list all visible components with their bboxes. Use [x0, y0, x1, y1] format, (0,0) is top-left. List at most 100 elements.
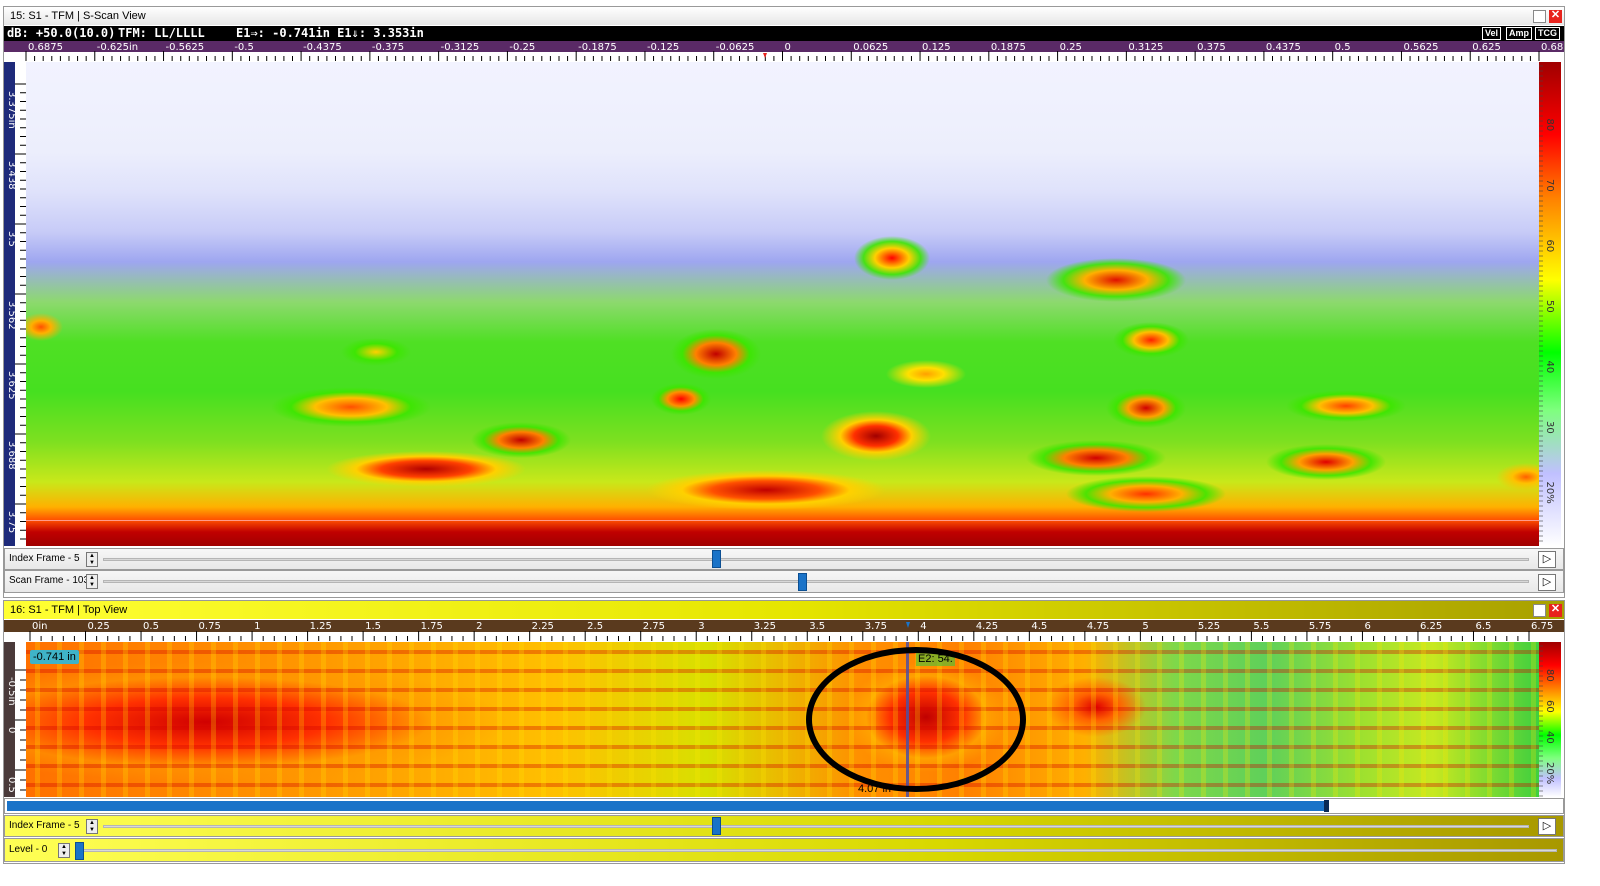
- ruler-tick-label: -0.5: [234, 42, 254, 53]
- ruler-tick-label: -0.3125: [441, 42, 480, 53]
- index-frame-thumb[interactable]: [712, 550, 722, 568]
- maximize-icon[interactable]: [1533, 604, 1546, 617]
- scan-progress-fill: [7, 801, 1328, 811]
- cursor-readout: E1⇒: -0.741in E1⇓: 3.353in: [236, 26, 424, 40]
- bottom-vertical-ruler: -0.5in 0 0.5: [4, 642, 26, 797]
- spin-arrows-icon[interactable]: ▲ ▼: [86, 552, 98, 567]
- ruler-tick-label: 5.5: [1253, 621, 1269, 632]
- ruler-tick-label: 5.75: [1309, 621, 1331, 632]
- cursor-offset-label: -0.741 in: [30, 650, 79, 664]
- bottom-index-frame-slider-row: Index Frame - 5 ▲ ▼ ▷: [4, 815, 1564, 837]
- ruler-tick-label: 0.25: [88, 621, 110, 632]
- ruler-tick-label: 0.4375: [1266, 42, 1301, 53]
- ruler-tick-label: 5: [1142, 621, 1148, 632]
- top-vertical-ruler: 3.375in 3.438 3.5 3.562 3.625 3.688 3.75: [4, 62, 26, 546]
- ruler-tick-label: 0.5: [143, 621, 159, 632]
- tcg-button[interactable]: TCG: [1535, 27, 1560, 40]
- ruler-tick-label: 6.25: [1420, 621, 1442, 632]
- ruler-tick-label: 0.625: [1472, 42, 1501, 53]
- ruler-tick-label: 3.5: [809, 621, 825, 632]
- tfm-mode-readout: TFM: LL/LLLL: [118, 26, 205, 40]
- top-view-image[interactable]: -0.741 in E2: 54. 4.07 in: [26, 642, 1539, 797]
- spin-arrows-icon[interactable]: ▲ ▼: [86, 574, 98, 589]
- ruler-tick-label: 2.5: [587, 621, 603, 632]
- cursor-offset-text: -0.741 in: [33, 651, 76, 663]
- top-status-bar: dB: +50.0(10.0) TFM: LL/LLLL E1⇒: -0.741…: [4, 26, 1564, 41]
- ruler-tick-label: -0.5625: [166, 42, 205, 53]
- bottom-index-frame-track[interactable]: [103, 825, 1529, 828]
- play-icon[interactable]: ▷: [1538, 574, 1556, 591]
- level-thumb[interactable]: [75, 842, 84, 860]
- index-frame-track[interactable]: [103, 558, 1529, 561]
- palette-tick-label: 20%: [1544, 762, 1555, 784]
- close-icon[interactable]: ✕: [1549, 604, 1562, 617]
- maximize-icon[interactable]: [1533, 10, 1546, 23]
- ruler-tick-label: 0.375: [1197, 42, 1226, 53]
- ruler-tick-label: 3.688: [6, 441, 17, 470]
- ruler-tick-label: 3: [698, 621, 704, 632]
- scan-progress-end-marker: [1323, 800, 1329, 812]
- bottom-palette-scale: 80 60 40 20%: [1539, 645, 1555, 797]
- palette-tick-label: 60: [1544, 700, 1555, 713]
- ruler-tick-label: 1.5: [365, 621, 381, 632]
- ruler-tick-label: 1.25: [310, 621, 332, 632]
- ruler-tick-label: 4.25: [976, 621, 998, 632]
- ruler-tick-label: -0.625in: [97, 42, 138, 53]
- ruler-tick-label: -0.25: [509, 42, 535, 53]
- ruler-tick-label: -0.375: [372, 42, 404, 53]
- level-label: Level - 0: [9, 844, 48, 855]
- scan-progress-bar: [4, 798, 1564, 814]
- ruler-tick-label: 0.3125: [1128, 42, 1163, 53]
- ruler-tick-label: 2: [476, 621, 482, 632]
- vel-button[interactable]: Vel: [1482, 27, 1502, 40]
- ruler-tick-label: -0.0625: [716, 42, 755, 53]
- bottom-horizontal-ruler: 0in 0.25 0.5 0.75 1 1.25 1.5 1.75 2 2.25 2.5 2.75 3 3…: [4, 620, 1564, 642]
- ruler-tick-label: 3.25: [754, 621, 776, 632]
- level-track[interactable]: [79, 849, 1557, 852]
- ruler-tick-label: 0.5: [6, 777, 17, 793]
- scan-frame-label: Scan Frame - 103: [9, 575, 90, 586]
- ruler-tick-label: 3.625: [6, 371, 17, 400]
- ruler-tick-label: 3.375in: [6, 91, 17, 129]
- ruler-tick-label: 0.0625: [853, 42, 888, 53]
- ruler-tick-label: -0.125: [647, 42, 679, 53]
- ruler-tick-label: 0.75: [199, 621, 221, 632]
- ruler-tick-label: 0.25: [1060, 42, 1082, 53]
- palette-tick-label: 70: [1544, 179, 1555, 192]
- ruler-tick-label: 0in: [32, 621, 47, 632]
- ruler-tick-label: 0.1875: [991, 42, 1026, 53]
- ruler-tick-label: -0.4375: [303, 42, 342, 53]
- scan-frame-thumb[interactable]: [797, 573, 807, 591]
- ruler-tick-label: 5.25: [1198, 621, 1220, 632]
- close-icon[interactable]: ✕: [1549, 10, 1562, 23]
- palette-tick-label: 20%: [1544, 482, 1555, 504]
- amp-button[interactable]: Amp: [1506, 27, 1532, 40]
- ruler-tick-label: 0.5625: [1403, 42, 1438, 53]
- bottom-index-frame-label: Index Frame - 5: [9, 820, 80, 831]
- ruler-tick-label: 2.75: [643, 621, 665, 632]
- ruler-tick-label: 4.75: [1087, 621, 1109, 632]
- palette-tick-label: 30: [1544, 421, 1555, 434]
- gain-readout: dB: +50.0(10.0): [7, 26, 116, 40]
- ruler-tick-label: 4: [920, 621, 926, 632]
- spin-arrows-icon[interactable]: ▲ ▼: [58, 843, 70, 858]
- ruler-tick-label: 2.25: [532, 621, 554, 632]
- index-frame-slider-row: Index Frame - 5 ▲ ▼ ▷: [4, 548, 1564, 570]
- palette-tick-label: 80: [1544, 669, 1555, 682]
- level-slider-row: Level - 0 ▲ ▼: [4, 838, 1564, 862]
- ruler-tick-label: -0.1875: [578, 42, 617, 53]
- scan-frame-slider-row: Scan Frame - 103 ▲ ▼ ▷: [4, 570, 1564, 593]
- ruler-tick-label: 6.5: [1475, 621, 1491, 632]
- play-icon[interactable]: ▷: [1538, 551, 1556, 568]
- scan-frame-track[interactable]: [103, 580, 1529, 583]
- palette-tick-label: 80: [1544, 119, 1555, 132]
- top-panel-titlebar: 15: S1 - TFM | S-Scan View ✕: [4, 7, 1564, 25]
- spin-arrows-icon[interactable]: ▲ ▼: [86, 819, 98, 834]
- play-icon[interactable]: ▷: [1538, 818, 1556, 835]
- s-scan-image[interactable]: [26, 62, 1539, 546]
- palette-tick-label: 40: [1544, 361, 1555, 374]
- ruler-tick-label: 0.5: [1335, 42, 1351, 53]
- ruler-tick-label: 3.75: [6, 511, 17, 533]
- ruler-tick-label: 0: [6, 727, 17, 733]
- bottom-index-frame-thumb[interactable]: [712, 817, 722, 835]
